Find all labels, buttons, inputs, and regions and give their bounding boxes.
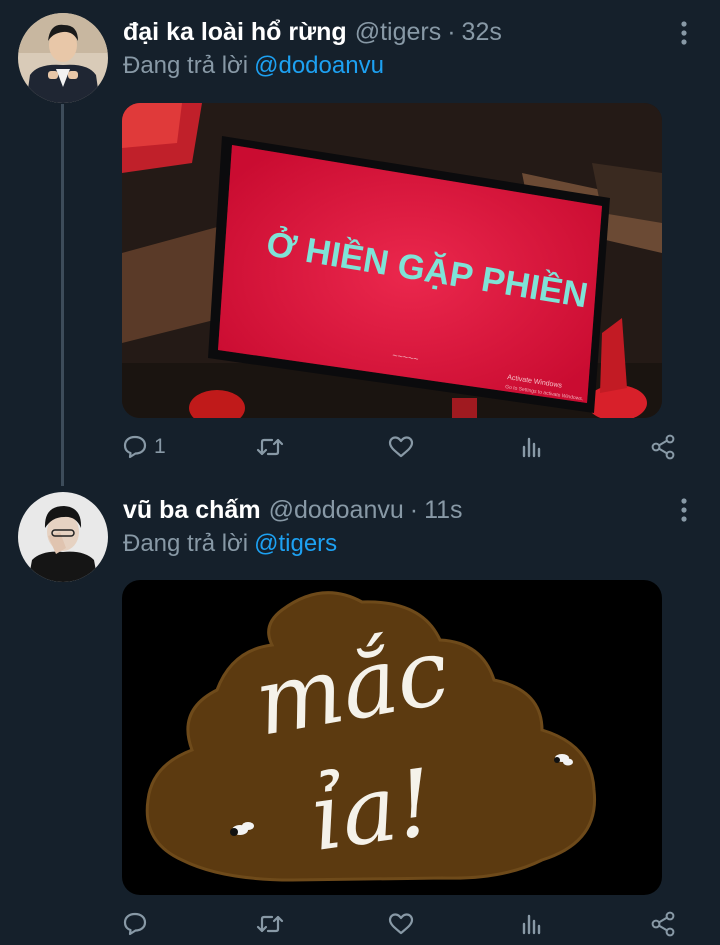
replying-to: Đang trả lời @dodoanvu <box>123 52 384 80</box>
more-vertical-icon[interactable] <box>674 18 694 48</box>
reply-mention-link[interactable]: @dodoanvu <box>254 52 384 79</box>
retweet-icon <box>255 434 285 460</box>
tweet[interactable]: vũ ba chấm @dodoanvu · 11s Đang trả lời @… <box>0 487 720 945</box>
display-name[interactable]: vũ ba chấm <box>123 496 261 525</box>
sticker-text-line2: ỉa! <box>305 749 440 872</box>
timestamp[interactable]: 11s <box>424 496 462 525</box>
tweet-actions <box>122 907 682 941</box>
like-button[interactable] <box>387 430 421 464</box>
retweet-button[interactable] <box>255 907 291 941</box>
retweet-button[interactable] <box>255 430 291 464</box>
stats-icon <box>519 911 545 937</box>
like-button[interactable] <box>387 907 421 941</box>
timestamp[interactable]: 32s <box>462 18 502 47</box>
avatar[interactable] <box>18 13 108 103</box>
stats-icon <box>519 434 545 460</box>
replying-to: Đang trả lời @tigers <box>123 530 337 558</box>
tweet-image[interactable]: Ở HIỀN GẶP PHIỀN ~~~~~ Activate Windows … <box>122 103 662 418</box>
reply-button[interactable] <box>122 907 154 941</box>
reply-button[interactable]: 1 <box>122 430 166 464</box>
tweet-header: đại ka loài hổ rừng @tigers · 32s <box>123 18 502 52</box>
tweet-header: vũ ba chấm @dodoanvu · 11s <box>123 496 463 530</box>
analytics-button[interactable] <box>519 430 545 464</box>
tweet-actions: 1 <box>122 430 682 464</box>
user-handle[interactable]: @dodoanvu <box>269 496 404 525</box>
share-icon <box>649 433 677 461</box>
share-button[interactable] <box>649 907 677 941</box>
display-name[interactable]: đại ka loài hổ rừng <box>123 18 347 47</box>
separator-dot: · <box>447 18 456 46</box>
tweet-image[interactable]: mắc ỉa! <box>122 580 662 895</box>
replying-to-label: Đang trả lời <box>123 530 249 557</box>
like-icon <box>387 911 415 937</box>
analytics-button[interactable] <box>519 907 545 941</box>
like-icon <box>387 434 415 460</box>
user-handle[interactable]: @tigers <box>355 18 442 47</box>
replying-to-label: Đang trả lời <box>123 52 249 79</box>
retweet-icon <box>255 911 285 937</box>
avatar[interactable] <box>18 492 108 582</box>
tweet[interactable]: đại ka loài hổ rừng @tigers · 32s Đang t… <box>0 0 720 487</box>
reply-mention-link[interactable]: @tigers <box>254 530 337 557</box>
share-button[interactable] <box>649 430 677 464</box>
reply-icon <box>122 434 148 460</box>
reply-count: 1 <box>154 435 166 458</box>
share-icon <box>649 910 677 938</box>
more-vertical-icon[interactable] <box>674 495 694 525</box>
separator-dot: · <box>409 496 419 524</box>
reply-icon <box>122 911 148 937</box>
